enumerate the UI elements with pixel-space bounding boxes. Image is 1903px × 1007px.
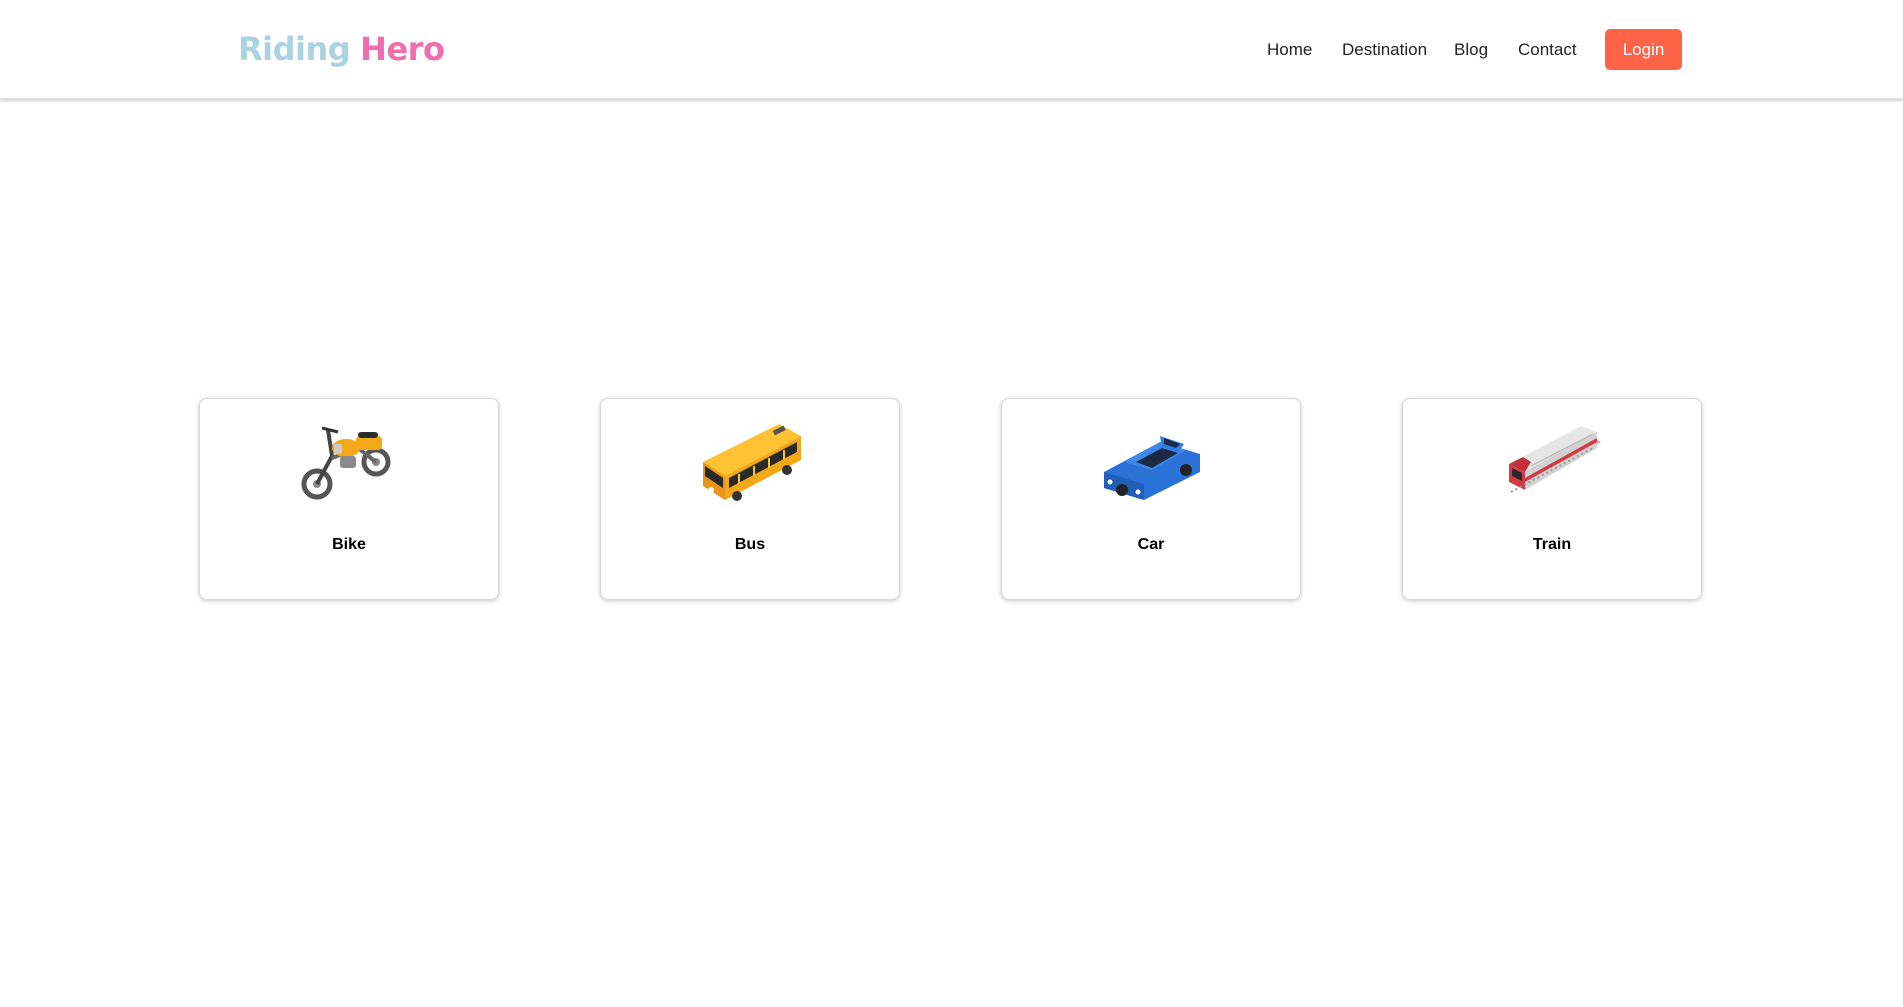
motorcycle-icon (298, 418, 402, 502)
vehicle-label: Bus (734, 536, 766, 553)
nav-blog[interactable]: Blog (1454, 40, 1488, 60)
login-button[interactable]: Login (1605, 29, 1682, 70)
car-icon (1100, 418, 1204, 502)
nav-home[interactable]: Home (1267, 40, 1312, 60)
vehicle-card-bike[interactable]: Bike (199, 398, 499, 600)
vehicle-label: Car (1137, 536, 1165, 553)
brand-logo[interactable]: Riding Hero (238, 30, 445, 68)
nav-contact[interactable]: Contact (1518, 40, 1577, 60)
train-icon (1501, 418, 1605, 502)
brand-second-word: Hero (360, 30, 445, 68)
vehicle-card-car[interactable]: Car (1001, 398, 1301, 600)
navbar: Riding Hero Home Destination Blog Contact… (0, 0, 1903, 99)
vehicle-card-train[interactable]: Train (1402, 398, 1702, 600)
vehicle-label: Train (1532, 536, 1572, 553)
bus-icon (699, 418, 803, 502)
brand-first-word: Riding (238, 30, 351, 68)
vehicle-card-bus[interactable]: Bus (600, 398, 900, 600)
nav-destination[interactable]: Destination (1342, 40, 1427, 60)
vehicle-label: Bike (332, 536, 366, 553)
